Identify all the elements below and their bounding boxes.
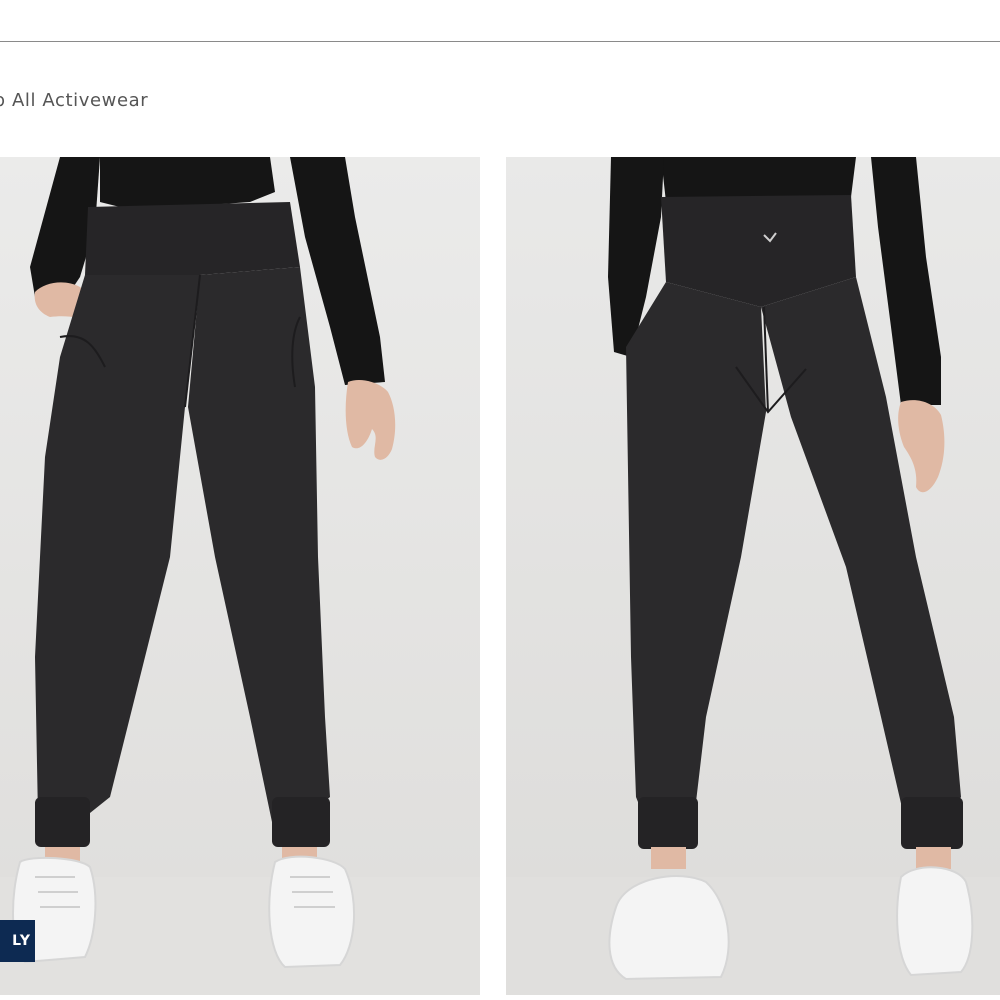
product-image-front[interactable]	[0, 157, 480, 995]
front-view-illustration	[0, 157, 480, 995]
back-view-illustration	[506, 157, 1000, 995]
product-image-back[interactable]	[506, 157, 1000, 995]
shop-all-activewear-link[interactable]: op All Activewear	[0, 90, 148, 111]
header-divider	[0, 41, 1000, 42]
product-page: op All Activewear	[0, 0, 1000, 1000]
product-badge: LY	[0, 920, 35, 962]
